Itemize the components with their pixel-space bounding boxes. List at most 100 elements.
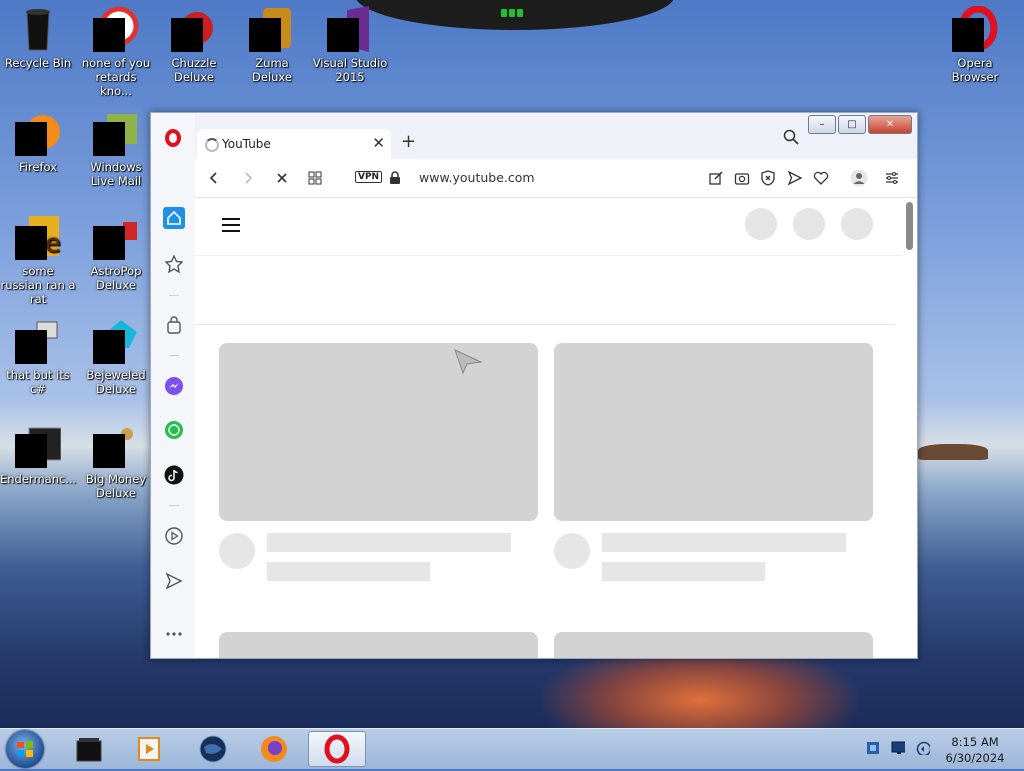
back-button[interactable] xyxy=(205,169,223,187)
desktop-icon-firefox[interactable]: Firefox xyxy=(0,110,76,174)
desktop-icon-windows-live-mail[interactable]: Windows Live Mail xyxy=(78,110,154,188)
minimize-button[interactable]: – xyxy=(808,115,836,134)
clock-time: 8:15 AM xyxy=(951,735,999,749)
scrollbar-thumb[interactable] xyxy=(906,202,913,250)
desktop-icon-bejeweled[interactable]: Bejeweled Deluxe xyxy=(78,318,154,396)
tab-title: YouTube xyxy=(222,137,271,151)
menu-icon[interactable] xyxy=(222,218,240,236)
sidebar-player-button[interactable] xyxy=(163,525,185,547)
new-tab-button[interactable]: + xyxy=(401,131,416,152)
sidebar-separator xyxy=(169,505,179,506)
visual-studio-icon xyxy=(327,6,373,52)
tab-search-button[interactable] xyxy=(783,129,799,148)
tab-youtube[interactable]: YouTube ✕ xyxy=(197,129,391,159)
title-line-placeholder xyxy=(602,533,846,552)
desktop-icon-label: Firefox xyxy=(18,160,58,174)
stop-x-icon xyxy=(277,173,287,183)
mouse-cursor-icon xyxy=(454,349,483,374)
title-line-placeholder xyxy=(267,533,511,552)
console-icon xyxy=(15,422,62,468)
taskbar-app-globe[interactable] xyxy=(188,731,238,767)
sidebar-bookmarks-button[interactable] xyxy=(163,253,185,275)
stop-button[interactable] xyxy=(273,169,291,187)
forward-arrow-icon xyxy=(245,172,253,184)
loading-spinner-icon xyxy=(205,138,219,152)
adblock-button[interactable] xyxy=(759,169,777,187)
desktop-icon-label: Endermanc... xyxy=(0,472,77,486)
sidebar-shopping-button[interactable] xyxy=(163,314,185,336)
easy-setup-button[interactable] xyxy=(883,169,901,187)
desktop-icon-big-money[interactable]: Big Money Deluxe xyxy=(78,422,154,500)
desktop-icon-endermanch[interactable]: Endermanc... xyxy=(0,422,76,486)
youtube-header xyxy=(195,198,903,256)
desktop-icon-that-but-its-csharp[interactable]: that but its c# xyxy=(0,318,76,396)
network-tray-icon[interactable] xyxy=(866,741,880,755)
taskbar-app-firefox[interactable] xyxy=(249,731,299,767)
edit-page-button[interactable] xyxy=(707,169,725,187)
desktop-icon-label: Opera Browser xyxy=(951,56,999,84)
video-thumbnail-placeholder xyxy=(219,343,538,521)
system-clock[interactable]: 8:15 AM 6/30/2024 xyxy=(940,734,1010,766)
sidebar-separator xyxy=(169,295,179,296)
bookmark-heart-button[interactable] xyxy=(812,169,830,187)
firefox-icon xyxy=(261,736,287,762)
page-scrollbar[interactable] xyxy=(903,198,917,658)
close-window-button[interactable]: ✕ xyxy=(868,115,912,134)
windows-logo-icon xyxy=(17,741,33,757)
taskbar-app-media-player[interactable] xyxy=(124,731,174,767)
sidebar-more-button[interactable] xyxy=(163,623,185,645)
opera-menu-icon[interactable] xyxy=(165,129,181,147)
sidebar-whatsapp-button[interactable] xyxy=(163,419,185,441)
profile-icon xyxy=(850,169,868,187)
desktop-icon-none-of-you[interactable]: none of you retards kno... xyxy=(78,6,154,98)
youtube-page xyxy=(195,198,903,658)
tiktok-icon xyxy=(164,465,184,485)
video-thumbnail-placeholder xyxy=(554,632,873,658)
send-to-flow-button[interactable] xyxy=(786,169,804,187)
status-lights xyxy=(500,6,524,17)
opera-browser-window: – □ ✕ YouTube ✕ + VPN www.youtube.com xyxy=(150,112,918,659)
start-button[interactable] xyxy=(6,730,44,768)
forward-button[interactable] xyxy=(239,169,257,187)
desktop-icon-astropop[interactable]: AstroPop Deluxe xyxy=(78,214,154,292)
maximize-button[interactable]: □ xyxy=(838,115,866,134)
snapshot-button[interactable] xyxy=(733,169,751,187)
sidebar-send-button[interactable] xyxy=(163,570,185,592)
taskbar-app-opera[interactable] xyxy=(308,731,366,767)
volume-tray-icon[interactable] xyxy=(916,741,930,755)
tab-overview-button[interactable] xyxy=(306,169,324,187)
sidebar-messenger-button[interactable] xyxy=(163,375,185,397)
send-icon xyxy=(787,170,803,186)
desktop-icon-some-russian[interactable]: e some russian ran a rat xyxy=(0,214,76,306)
desktop-icon-opera-browser[interactable]: Opera Browser xyxy=(937,5,1013,84)
sidebar-tiktok-button[interactable] xyxy=(163,464,185,486)
lock-icon[interactable] xyxy=(386,169,404,187)
star-icon xyxy=(165,255,183,273)
big-money-icon xyxy=(93,422,139,468)
heart-icon xyxy=(813,171,829,185)
profile-button[interactable] xyxy=(850,169,868,187)
recycle-bin-icon xyxy=(15,6,61,52)
desktop-icon-label: that but its c# xyxy=(6,368,70,396)
shopping-bag-icon xyxy=(167,316,181,334)
camera-icon xyxy=(734,173,750,185)
url-field[interactable]: www.youtube.com xyxy=(419,170,535,185)
clock-date: 6/30/2024 xyxy=(945,751,1005,765)
meta-line-placeholder xyxy=(267,562,430,581)
window-controls: – □ ✕ xyxy=(806,115,912,134)
opera-icon xyxy=(324,734,350,764)
taskbar-app-explorer[interactable] xyxy=(64,731,114,767)
desktop-icon-chuzzle[interactable]: Chuzzle Deluxe xyxy=(156,6,232,84)
chuzzle-icon xyxy=(171,6,217,52)
desktop-icon-recycle-bin[interactable]: Recycle Bin xyxy=(0,6,76,70)
desktop-icon-label: Recycle Bin xyxy=(4,56,72,70)
desktop-icon-zuma[interactable]: Zuma Deluxe xyxy=(234,6,310,84)
sidebar-home-button[interactable] xyxy=(163,207,185,229)
tab-close-icon[interactable]: ✕ xyxy=(372,134,385,152)
desktop-icon-visual-studio[interactable]: Visual Studio 2015 xyxy=(312,6,388,84)
desktop-icon-label: AstroPop Deluxe xyxy=(90,264,142,292)
settings-sliders-icon xyxy=(886,172,898,184)
desktop-icon-label: Visual Studio 2015 xyxy=(312,56,388,84)
display-tray-icon[interactable] xyxy=(891,741,905,755)
vpn-badge[interactable]: VPN xyxy=(355,171,383,183)
